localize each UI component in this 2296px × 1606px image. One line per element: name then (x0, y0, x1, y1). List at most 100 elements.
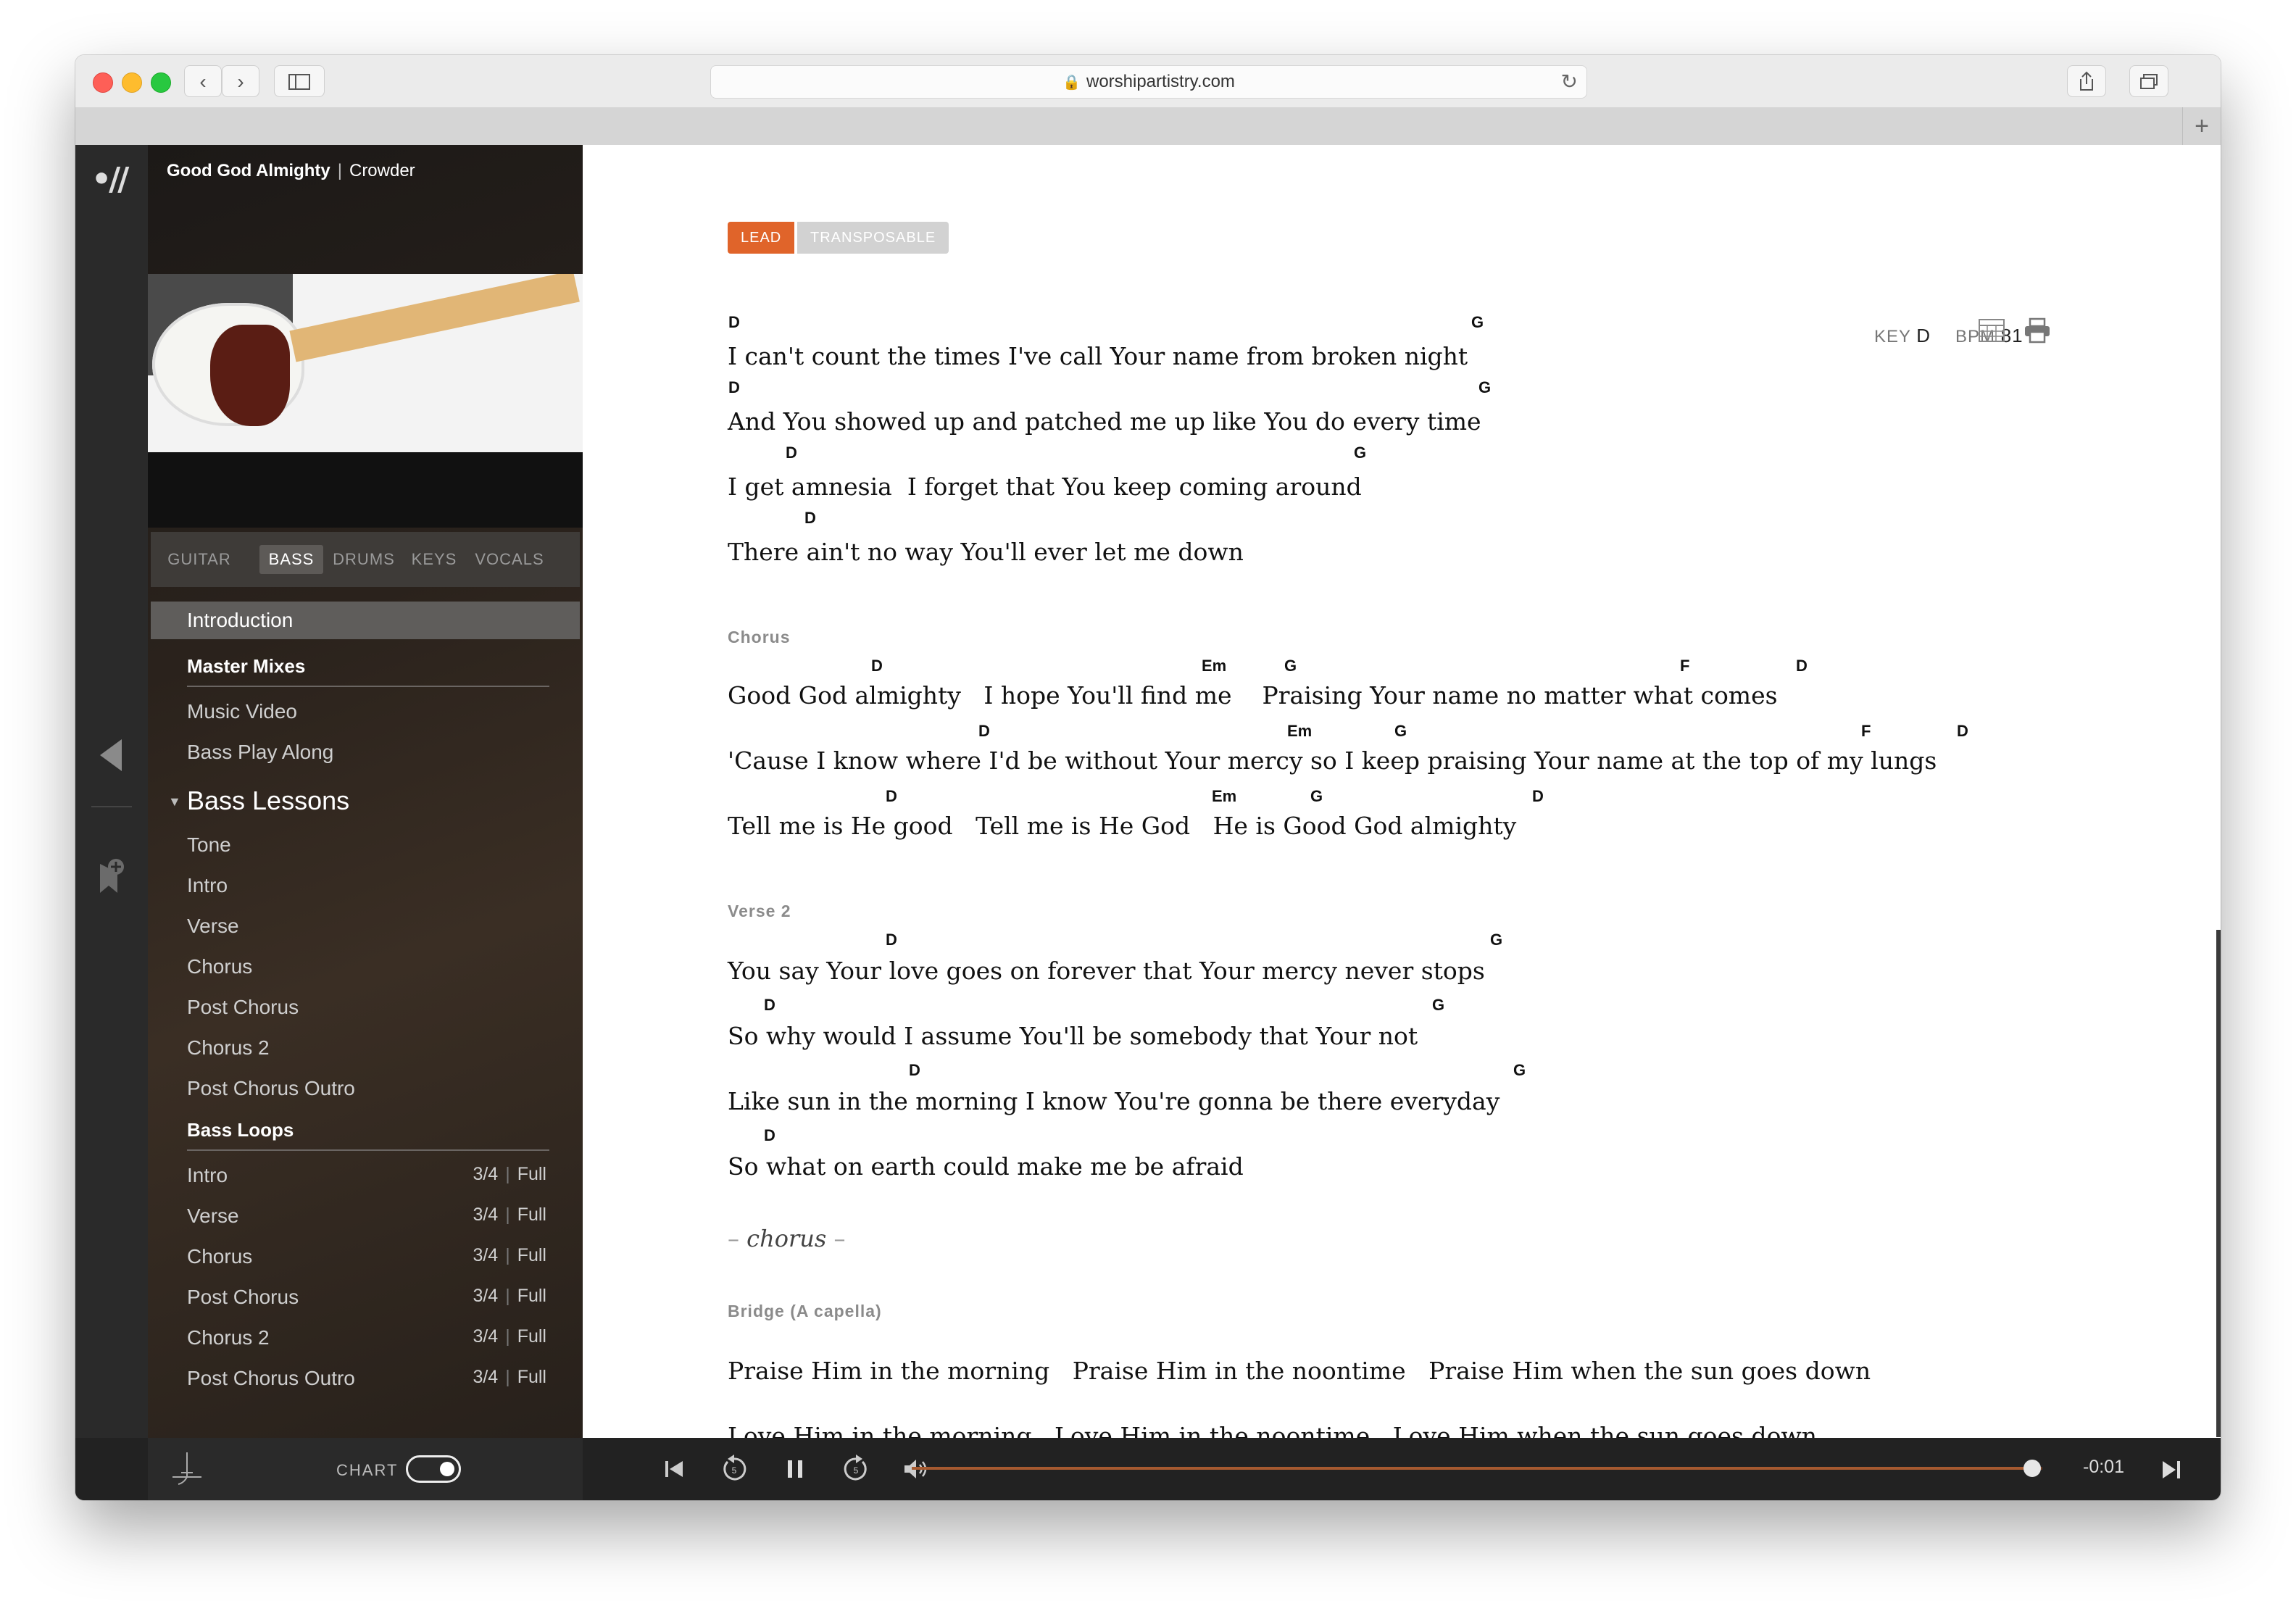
svg-text:5: 5 (854, 1465, 859, 1476)
transposable-badge[interactable]: TRANSPOSABLE (797, 222, 949, 254)
chord: Em (1212, 787, 1237, 805)
loop-item[interactable]: Chorus (187, 1245, 252, 1268)
loop-tempo[interactable]: 3/4 (473, 1164, 498, 1184)
chord: F (1680, 657, 1690, 675)
key-value: D (1916, 325, 1931, 346)
tab-drums[interactable]: DRUMS (329, 545, 399, 574)
tuner-icon[interactable] (167, 1448, 207, 1489)
chord: D (764, 1126, 775, 1144)
loop-item[interactable]: Verse (187, 1204, 239, 1228)
chord: D (1957, 722, 1968, 740)
tab-bass[interactable]: BASS (259, 545, 323, 574)
lyric-line: So why would I assume You'll be somebody… (728, 1022, 1418, 1050)
tabs-icon (2140, 74, 2158, 89)
share-button[interactable] (2067, 65, 2106, 97)
scrollbar[interactable] (2216, 930, 2221, 1437)
close-window-button[interactable] (93, 72, 113, 93)
section-label-bridge: Bridge (A capella) (728, 1302, 882, 1320)
song-sidebar: Good God Almighty | Crowder GUITAR BASS DR… (148, 145, 583, 1500)
chord: D (764, 996, 775, 1014)
loop-mode[interactable]: Full (517, 1245, 546, 1265)
tab-guitar[interactable]: GUITAR (164, 545, 235, 574)
chord: G (1310, 787, 1323, 805)
reload-icon[interactable]: ↻ (1561, 66, 1578, 98)
tabs-overview-button[interactable] (2129, 65, 2168, 97)
menu-item-music-video[interactable]: Music Video (187, 700, 297, 723)
video-guitar-body (152, 303, 304, 426)
lead-badge[interactable]: LEAD (728, 222, 795, 254)
lyric-line: I can't count the times I've call Your n… (728, 342, 1468, 370)
tab-bar: + (75, 107, 2221, 146)
loop-mode[interactable]: Full (517, 1164, 546, 1184)
logo[interactable]: •// (91, 161, 129, 198)
tab-keys[interactable]: KEYS (409, 545, 459, 574)
loop-options: 3/4 | Full (473, 1164, 546, 1184)
rewind-5-icon[interactable]: 5 (718, 1452, 751, 1486)
chart-toggle-label: CHART (336, 1461, 399, 1479)
video-player[interactable] (148, 274, 583, 452)
caret-down-icon[interactable]: ▼ (168, 794, 181, 810)
loop-mode[interactable]: Full (517, 1367, 546, 1387)
loop-item[interactable]: Chorus 2 (187, 1326, 270, 1349)
lyric-line: Praise Him in the morning Praise Him in … (728, 1357, 1871, 1385)
lesson-item[interactable]: Chorus 2 (187, 1036, 270, 1060)
chord: G (1471, 313, 1484, 331)
menu-item-bass-play-along[interactable]: Bass Play Along (187, 741, 333, 764)
loop-mode[interactable]: Full (517, 1326, 546, 1347)
chord: Em (1287, 722, 1313, 740)
lesson-item[interactable]: Verse (187, 915, 239, 938)
loop-tempo[interactable]: 3/4 (473, 1326, 498, 1347)
new-tab-button[interactable]: + (2182, 107, 2221, 145)
lesson-item[interactable]: Chorus (187, 955, 252, 978)
lesson-item[interactable]: Post Chorus (187, 996, 299, 1019)
minimize-window-button[interactable] (122, 72, 142, 93)
forward-button[interactable]: › (222, 65, 259, 97)
add-bookmark-icon[interactable] (99, 858, 125, 894)
lyric-line: I get amnesia I forget that You keep com… (728, 473, 1362, 501)
forward-5-icon[interactable]: 5 (839, 1452, 873, 1486)
chord-grid-icon[interactable] (1979, 319, 2005, 342)
loop-options: 3/4 | Full (473, 1286, 546, 1306)
song-heading: Good God Almighty | Crowder (167, 161, 415, 181)
lesson-item[interactable]: Tone (187, 833, 231, 857)
loop-tempo[interactable]: 3/4 (473, 1286, 498, 1306)
pause-icon[interactable] (778, 1452, 812, 1486)
print-icon[interactable] (2023, 317, 2051, 344)
skip-back-icon[interactable] (658, 1452, 691, 1486)
chord: G (1513, 1061, 1526, 1079)
loop-item[interactable]: Intro (187, 1164, 228, 1187)
collapse-sidebar-icon[interactable] (100, 739, 122, 771)
loop-mode[interactable]: Full (517, 1286, 546, 1306)
lesson-item[interactable]: Intro (187, 874, 228, 897)
lyric-line: And You showed up and patched me up like… (728, 407, 1481, 436)
loop-options: 3/4 | Full (473, 1245, 546, 1265)
menu-heading-bass-lessons[interactable]: Bass Lessons (187, 786, 349, 816)
chord: D (886, 787, 897, 805)
chord: Em (1202, 657, 1227, 675)
loop-tempo[interactable]: 3/4 (473, 1204, 498, 1225)
repeat-label: chorus (746, 1225, 827, 1252)
chart-toggle[interactable] (406, 1455, 461, 1483)
loop-mode[interactable]: Full (517, 1204, 546, 1225)
progress-track[interactable] (912, 1467, 2042, 1470)
skip-forward-icon[interactable] (2157, 1455, 2186, 1484)
menu-divider (187, 686, 549, 687)
address-bar[interactable]: 🔒 worshipartistry.com ↻ (710, 65, 1587, 99)
loop-options: 3/4 | Full (473, 1326, 546, 1347)
loop-tempo[interactable]: 3/4 (473, 1367, 498, 1387)
toggle-knob (440, 1462, 454, 1476)
loop-tempo[interactable]: 3/4 (473, 1245, 498, 1265)
key-indicator[interactable]: KEY D (1874, 325, 1931, 347)
sidebar-toggle-button[interactable] (274, 65, 325, 97)
progress-handle[interactable] (2023, 1460, 2041, 1477)
back-button[interactable]: ‹ (184, 65, 222, 97)
lyric-line: Love Him in the morning Love Him in the … (728, 1422, 1817, 1438)
tab-vocals[interactable]: VOCALS (470, 545, 549, 574)
loop-item[interactable]: Post Chorus Outro (187, 1367, 355, 1390)
menu-item-introduction[interactable]: Introduction (187, 609, 293, 632)
lesson-item[interactable]: Post Chorus Outro (187, 1077, 355, 1100)
zoom-window-button[interactable] (151, 72, 171, 93)
loop-item[interactable]: Post Chorus (187, 1286, 299, 1309)
instrument-tabs: GUITAR BASS DRUMS KEYS VOCALS (151, 532, 580, 587)
lyric-line: You say Your love goes on forever that Y… (728, 957, 1485, 985)
